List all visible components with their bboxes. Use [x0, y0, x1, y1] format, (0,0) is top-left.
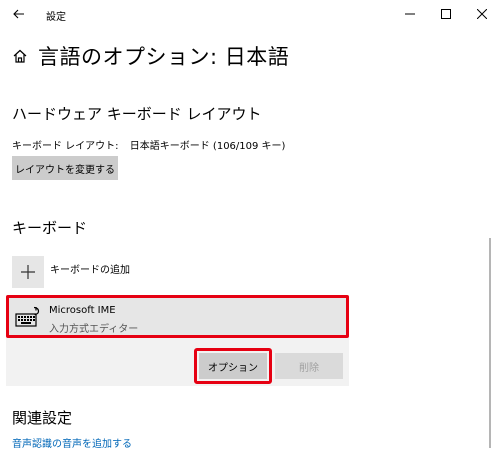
minimize-button[interactable] [392, 0, 428, 28]
back-arrow-icon [13, 9, 24, 19]
plus-icon-box [12, 256, 44, 288]
maximize-button[interactable] [428, 0, 464, 28]
title-bar: 設定 [0, 0, 500, 30]
window-title: 設定 [46, 12, 66, 23]
keyboard-item-microsoft-ime[interactable]: Microsoft IME 入力方式エディター [6, 295, 349, 338]
remove-button[interactable]: 削除 [275, 353, 343, 379]
hardware-layout-heading: ハードウェア キーボード レイアウト [12, 105, 262, 123]
layout-info: キーボード レイアウト: 日本語キーボード (106/109 キー) [12, 137, 293, 152]
scrollbar[interactable] [489, 238, 491, 448]
add-keyboard-button[interactable]: キーボードの追加 [12, 256, 212, 290]
close-icon [477, 9, 487, 19]
add-keyboard-label: キーボードの追加 [50, 265, 130, 276]
minimize-icon [405, 13, 415, 15]
related-heading: 関連設定 [12, 409, 73, 427]
maximize-icon [441, 9, 451, 19]
layout-label: キーボード レイアウト: [12, 141, 119, 152]
keyboard-heading: キーボード [12, 219, 88, 237]
change-layout-button[interactable]: レイアウトを変更する [12, 156, 118, 180]
options-highlight-frame [194, 348, 272, 384]
close-button[interactable] [464, 0, 500, 28]
page-header: 言語のオプション: 日本語 [12, 41, 289, 71]
keyboard-icon [15, 306, 40, 327]
layout-value: 日本語キーボード (106/109 キー) [129, 141, 286, 152]
ime-name: Microsoft IME [49, 305, 116, 316]
speech-voice-link[interactable]: 音声認識の音声を追加する [12, 435, 132, 450]
plus-icon [21, 265, 35, 279]
ime-description: 入力方式エディター [49, 324, 139, 335]
home-icon[interactable] [12, 48, 28, 64]
back-button[interactable] [6, 3, 32, 25]
page-title: 言語のオプション: 日本語 [38, 45, 290, 69]
